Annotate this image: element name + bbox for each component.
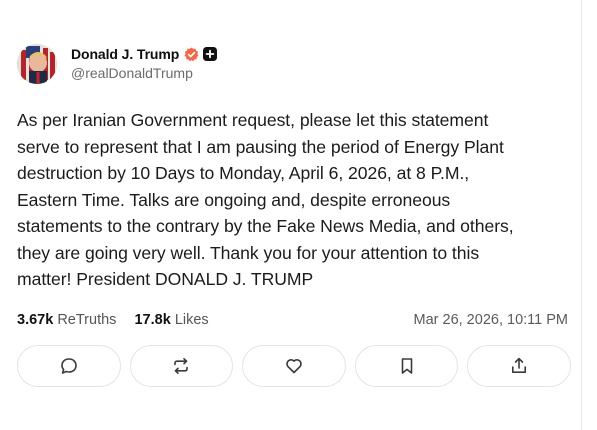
retruths-label: ReTruths (57, 312, 117, 328)
repost-icon (174, 358, 189, 374)
verified-badge-icon (184, 47, 199, 62)
avatar-image (17, 44, 57, 84)
name-row: Donald J. Trump (71, 44, 218, 64)
retruth-button[interactable] (129, 345, 234, 387)
comment-icon (60, 358, 77, 374)
retruths-count: 3.67k (17, 312, 54, 328)
author-handle[interactable]: @realDonaldTrump (71, 65, 217, 81)
author-display-name[interactable]: Donald J. Trump (71, 46, 179, 62)
action-bar (17, 345, 571, 389)
plus-badge-icon (203, 47, 218, 61)
like-button[interactable] (242, 345, 346, 387)
reply-button[interactable] (17, 345, 121, 387)
author-info: Donald J. Trump @realDonaldTrump (71, 44, 218, 81)
post-header: Donald J. Trump @realDonaldTrump (17, 43, 218, 84)
share-icon (512, 357, 527, 373)
post-meta: 3.67k ReTruths 17.8k Likes Mar 26, 2026,… (17, 312, 568, 332)
bookmark-button[interactable] (354, 345, 459, 387)
heart-icon (286, 359, 302, 374)
likes-count: 17.8k (134, 312, 171, 328)
share-button[interactable] (467, 345, 571, 387)
likes-stat[interactable]: 17.8k Likes (134, 312, 208, 328)
likes-label: Likes (174, 312, 209, 328)
post-timestamp[interactable]: Mar 26, 2026, 10:11 PM (414, 312, 569, 328)
retruths-stat[interactable]: 3.67k ReTruths (17, 312, 120, 328)
post-card: Donald J. Trump @realDonaldTrump As per … (0, 0, 582, 430)
post-body-text: As per Iranian Government request, pleas… (17, 110, 514, 289)
bookmark-icon (401, 358, 412, 374)
avatar[interactable] (17, 44, 57, 84)
